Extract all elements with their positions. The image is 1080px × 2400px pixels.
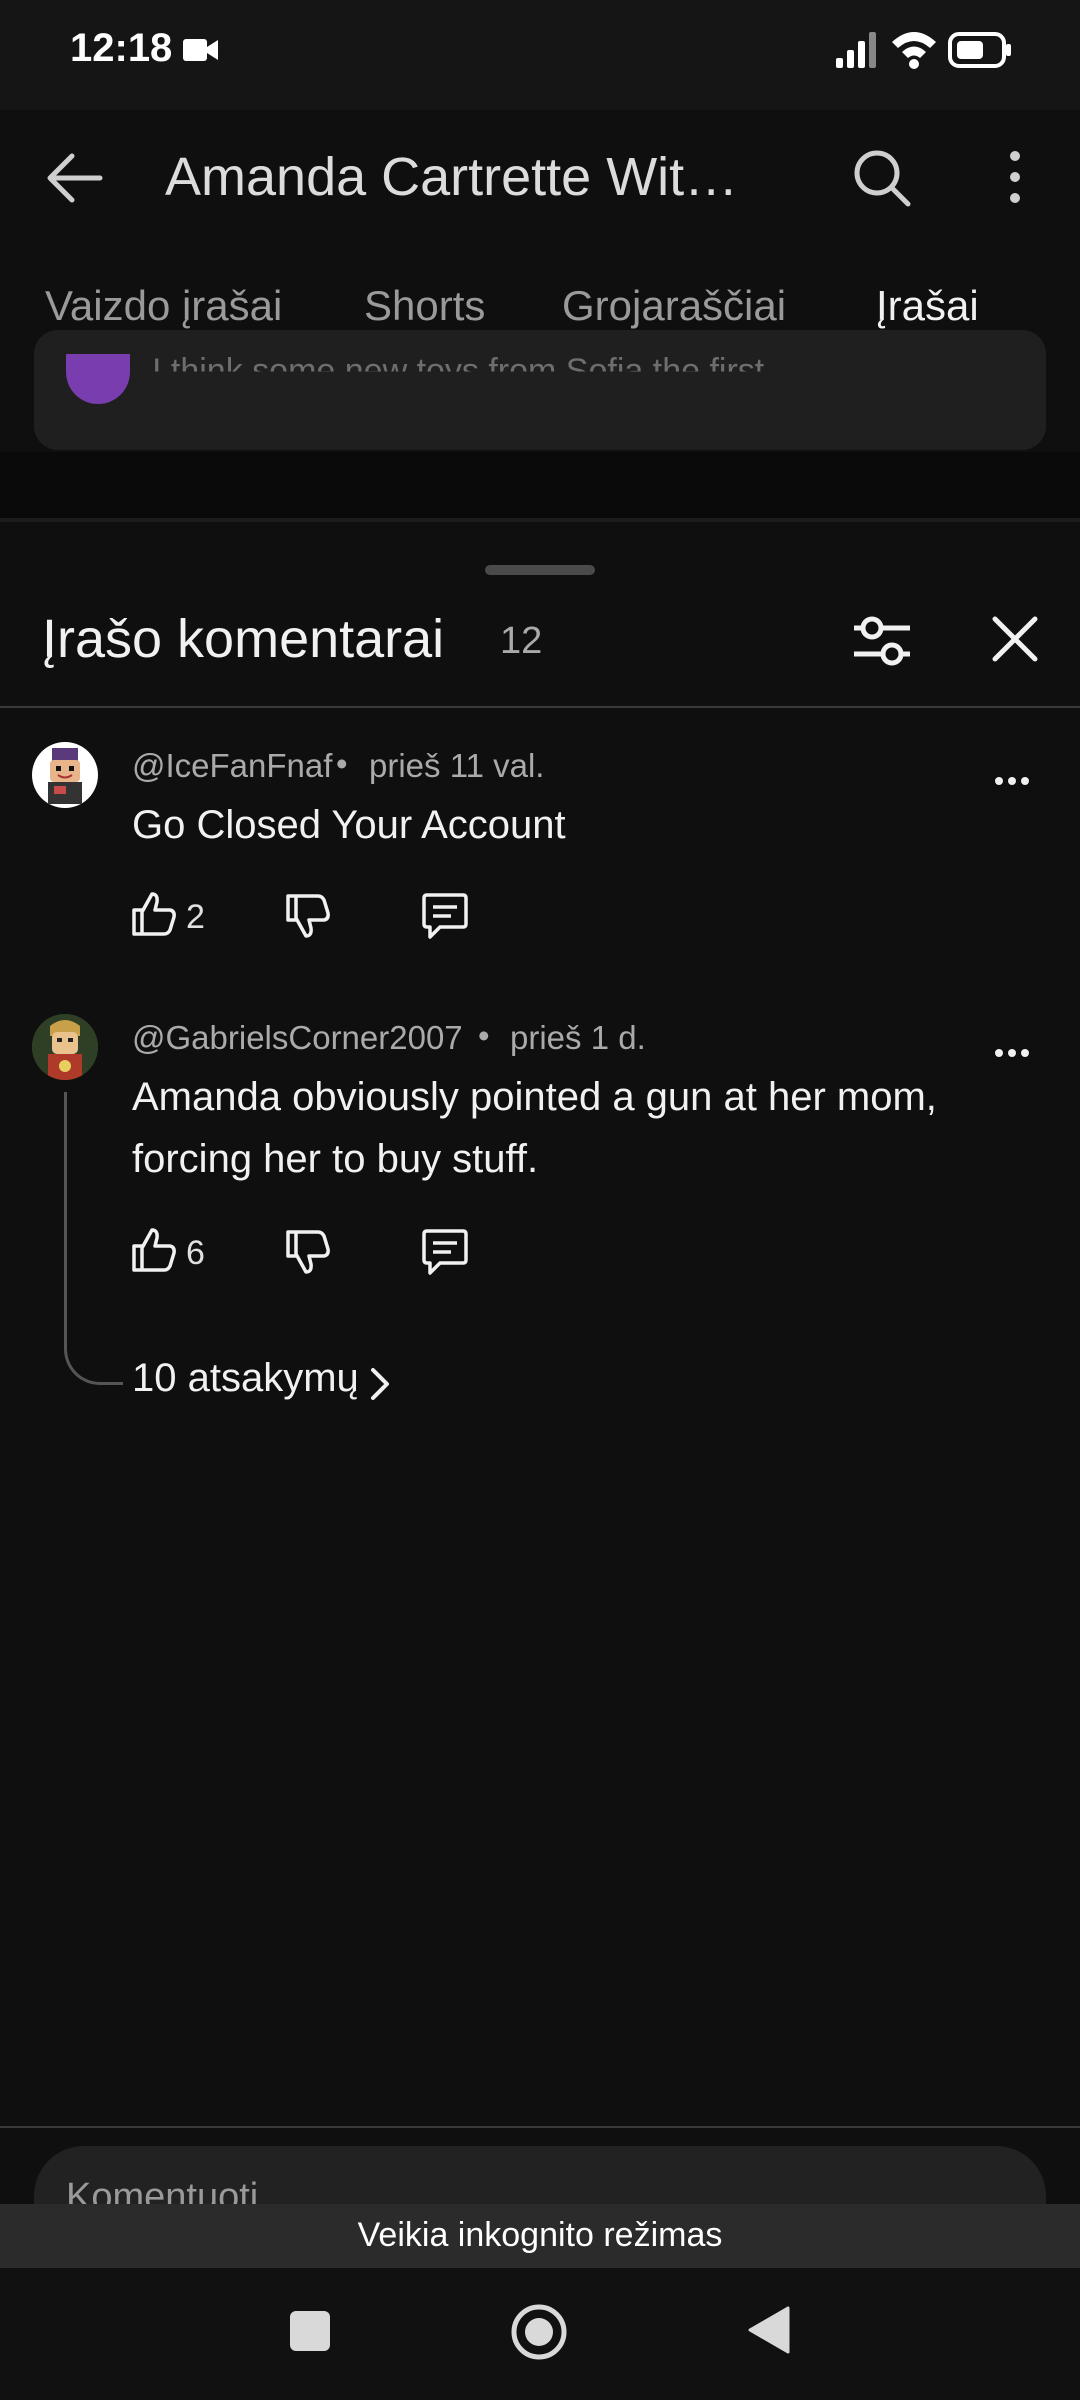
- video-camera-icon: [182, 36, 220, 69]
- view-replies-button[interactable]: 10 atsakymų: [132, 1356, 359, 1401]
- chevron-right-icon[interactable]: [368, 1366, 392, 1407]
- reply-icon[interactable]: [420, 892, 470, 945]
- comment-text: Go Closed Your Account: [132, 803, 566, 847]
- sheet-divider: [0, 706, 1080, 708]
- avatar[interactable]: [32, 742, 98, 808]
- status-time: 12:18: [70, 26, 173, 70]
- comment-author[interactable]: @IceFanFnaf: [132, 747, 332, 785]
- filter-sliders-icon[interactable]: [852, 614, 912, 673]
- close-icon[interactable]: [990, 614, 1040, 669]
- avatar[interactable]: [32, 1014, 98, 1080]
- cellular-signal-icon: [836, 30, 880, 75]
- tab-playlists[interactable]: Grojaraščiai: [562, 282, 786, 330]
- tab-shorts[interactable]: Shorts: [364, 282, 485, 330]
- comment-menu-icon[interactable]: [994, 1024, 1030, 1069]
- dislike-icon[interactable]: [284, 892, 332, 945]
- battery-icon: [948, 32, 1012, 73]
- like-icon[interactable]: [130, 890, 178, 943]
- search-icon[interactable]: [852, 148, 912, 213]
- background-post-card[interactable]: [34, 330, 1046, 450]
- like-count: 2: [186, 898, 205, 936]
- sheet-title: Įrašo komentarai: [42, 609, 445, 669]
- tab-posts[interactable]: Įrašai: [876, 282, 979, 330]
- comment-author[interactable]: @GabrielsCorner2007: [132, 1019, 463, 1057]
- back-arrow-icon[interactable]: [44, 150, 104, 211]
- comment-menu-icon[interactable]: [994, 752, 1030, 797]
- more-vertical-icon[interactable]: [1000, 150, 1030, 211]
- like-icon[interactable]: [130, 1226, 178, 1279]
- incognito-text: Veikia inkognito režimas: [357, 2216, 723, 2254]
- recents-square-icon[interactable]: [289, 2310, 331, 2357]
- comment-text-line: forcing her to buy stuff.: [132, 1137, 539, 1181]
- thread-connector: [64, 1092, 123, 1385]
- back-triangle-icon[interactable]: [748, 2306, 790, 2359]
- drag-handle[interactable]: [485, 565, 595, 575]
- wifi-icon: [890, 28, 938, 75]
- dislike-icon[interactable]: [284, 1228, 332, 1281]
- comment-time: prieš 1 d.: [510, 1019, 646, 1056]
- composer-divider: [0, 2126, 1080, 2128]
- comment-text-line: Amanda obviously pointed a gun at her mo…: [132, 1075, 937, 1119]
- meta-separator: •: [336, 745, 348, 782]
- comment-count: 12: [500, 620, 543, 662]
- comment-time: prieš 11 val.: [369, 747, 545, 784]
- meta-separator: •: [478, 1017, 490, 1054]
- home-circle-icon[interactable]: [510, 2303, 568, 2366]
- like-count: 6: [186, 1234, 205, 1272]
- reply-icon[interactable]: [420, 1228, 470, 1281]
- tab-videos[interactable]: Vaizdo įrašai: [45, 282, 282, 330]
- channel-title: Amanda Cartrette Wit…: [165, 147, 739, 207]
